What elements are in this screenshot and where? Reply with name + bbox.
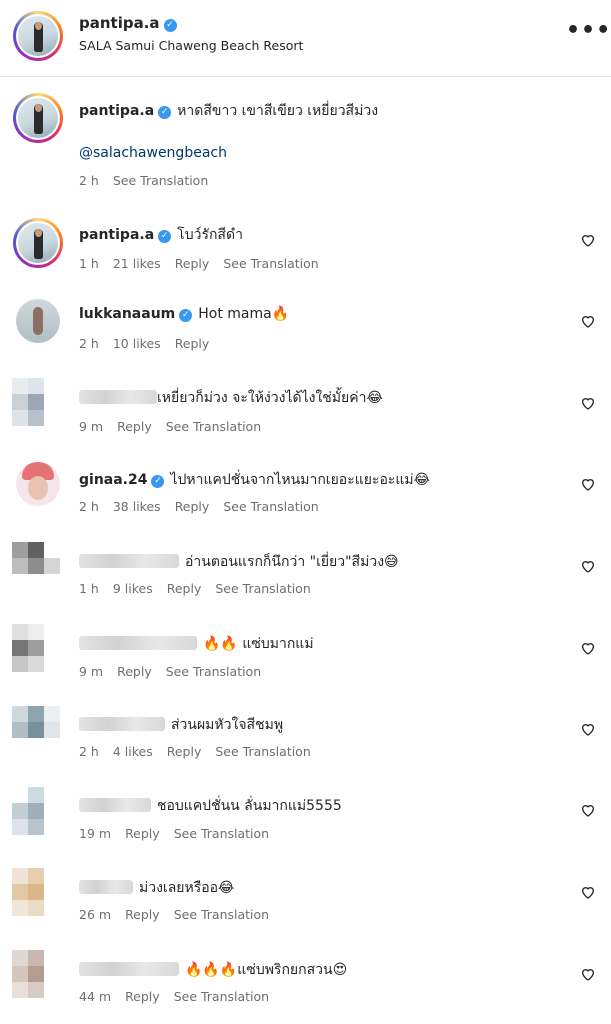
- comment-avatar[interactable]: [12, 868, 62, 918]
- heart-icon[interactable]: [580, 395, 596, 411]
- comment-text: ชอบแคปชั่นน ลั่นมากแม่5555: [157, 798, 342, 814]
- reply-button[interactable]: Reply: [167, 581, 202, 596]
- comment-time: 2 h: [79, 336, 99, 351]
- blurred-username: [79, 962, 179, 976]
- comment-text: ส่วนผมหัวใจสีชมพู: [171, 717, 284, 733]
- comment-time: 9 m: [79, 419, 104, 434]
- comment-avatar[interactable]: [13, 218, 63, 268]
- see-translation-link[interactable]: See Translation: [174, 826, 269, 841]
- see-translation-link[interactable]: See Translation: [174, 989, 269, 1004]
- comment-time: 2 h: [79, 499, 99, 514]
- heart-icon[interactable]: [580, 640, 596, 656]
- reply-button[interactable]: Reply: [167, 744, 202, 759]
- verified-badge-icon: ✓: [151, 475, 165, 488]
- reply-button[interactable]: Reply: [117, 664, 152, 679]
- comment-avatar[interactable]: [12, 787, 62, 837]
- reply-button[interactable]: Reply: [117, 419, 152, 434]
- comment-text: ไปหาแคปชั่นจากไหนมากเยอะแยะอะแม่😂: [170, 472, 430, 488]
- see-translation-link[interactable]: See Translation: [223, 256, 318, 271]
- heart-icon[interactable]: [580, 721, 596, 737]
- blurred-username: [79, 636, 197, 650]
- comment-text: อ่านตอนแรกก็นึกว่า "เยี่ยว"สีม่วง😅: [185, 554, 399, 570]
- see-translation-link[interactable]: See Translation: [166, 664, 261, 679]
- heart-icon[interactable]: [580, 476, 596, 492]
- heart-icon[interactable]: [580, 232, 596, 248]
- post-header: pantipa.a ✓ SALA Samui Chaweng Beach Reso…: [0, 0, 611, 77]
- comment-avatar[interactable]: [12, 378, 62, 428]
- reply-button[interactable]: Reply: [125, 826, 160, 841]
- caption-text: หาดสีขาว เขาสีเขียว เหยี่ยวสีม่วง: [177, 103, 379, 119]
- reply-button[interactable]: Reply: [175, 256, 210, 271]
- verified-badge-icon: ✓: [163, 19, 177, 32]
- caption-mention[interactable]: @salachawengbeach: [79, 145, 227, 161]
- see-translation-link[interactable]: See Translation: [223, 499, 318, 514]
- comment-text: 🔥🔥 แซ่บมากแม่: [203, 636, 314, 652]
- see-translation-link[interactable]: See Translation: [166, 419, 261, 434]
- comment-time: 26 m: [79, 907, 112, 922]
- heart-icon[interactable]: [580, 558, 596, 574]
- comment-username[interactable]: ginaa.24: [79, 472, 147, 488]
- verified-badge-icon: ✓: [158, 106, 172, 119]
- verified-badge-icon: ✓: [179, 309, 193, 322]
- see-translation-link[interactable]: See Translation: [113, 173, 208, 188]
- comment-username[interactable]: pantipa.a: [79, 227, 154, 243]
- heart-icon[interactable]: [580, 802, 596, 818]
- comment-text: โบว์รักสีดำ: [177, 227, 243, 243]
- comment-time: 19 m: [79, 826, 112, 841]
- blurred-username: [79, 390, 157, 404]
- header-location[interactable]: SALA Samui Chaweng Beach Resort: [79, 38, 303, 53]
- comment-text: เหยี่ยวก็ม่วง จะให้ง่วงได้ไงใช่มั้ยค่า😂: [157, 390, 383, 406]
- comment-likes[interactable]: 9 likes: [113, 581, 153, 596]
- verified-badge-icon: ✓: [158, 230, 172, 243]
- comment-likes[interactable]: 21 likes: [113, 256, 161, 271]
- blurred-username: [79, 798, 151, 812]
- reply-button[interactable]: Reply: [125, 989, 160, 1004]
- comment-avatar[interactable]: [12, 706, 62, 756]
- reply-button[interactable]: Reply: [125, 907, 160, 922]
- reply-button[interactable]: Reply: [175, 336, 210, 351]
- comment-time: 44 m: [79, 989, 112, 1004]
- see-translation-link[interactable]: See Translation: [215, 744, 310, 759]
- comment-avatar[interactable]: [12, 542, 62, 592]
- comment-time: 2 h: [79, 744, 99, 759]
- caption-avatar[interactable]: [13, 93, 63, 143]
- comment-text: 🔥🔥🔥แซ่บพริกยกสวน😍: [185, 962, 348, 978]
- comment-time: 1 h: [79, 581, 99, 596]
- comment-time: 9 m: [79, 664, 104, 679]
- blurred-username: [79, 554, 179, 568]
- more-horizontal-icon[interactable]: •••: [566, 18, 611, 43]
- heart-icon[interactable]: [580, 966, 596, 982]
- heart-icon[interactable]: [580, 313, 596, 329]
- comment-username[interactable]: lukkanaaum: [79, 306, 175, 322]
- see-translation-link[interactable]: See Translation: [215, 581, 310, 596]
- comment-avatar[interactable]: [16, 299, 60, 343]
- caption-time: 2 h: [79, 173, 99, 188]
- blurred-username: [79, 880, 133, 894]
- header-username[interactable]: pantipa.a: [79, 14, 160, 32]
- see-translation-link[interactable]: See Translation: [174, 907, 269, 922]
- caption-username[interactable]: pantipa.a: [79, 103, 154, 119]
- comment-avatar[interactable]: [12, 950, 62, 1000]
- comment-text: Hot mama🔥: [198, 306, 290, 322]
- profile-avatar[interactable]: [13, 11, 63, 61]
- comment-likes[interactable]: 4 likes: [113, 744, 153, 759]
- comment-likes[interactable]: 10 likes: [113, 336, 161, 351]
- comment-text: ม่วงเลยหรืออ😂: [139, 880, 235, 896]
- comment-avatar[interactable]: [12, 624, 62, 674]
- comment-avatar[interactable]: [16, 462, 60, 506]
- blurred-username: [79, 717, 165, 731]
- comment-likes[interactable]: 38 likes: [113, 499, 161, 514]
- reply-button[interactable]: Reply: [175, 499, 210, 514]
- comment-time: 1 h: [79, 256, 99, 271]
- heart-icon[interactable]: [580, 884, 596, 900]
